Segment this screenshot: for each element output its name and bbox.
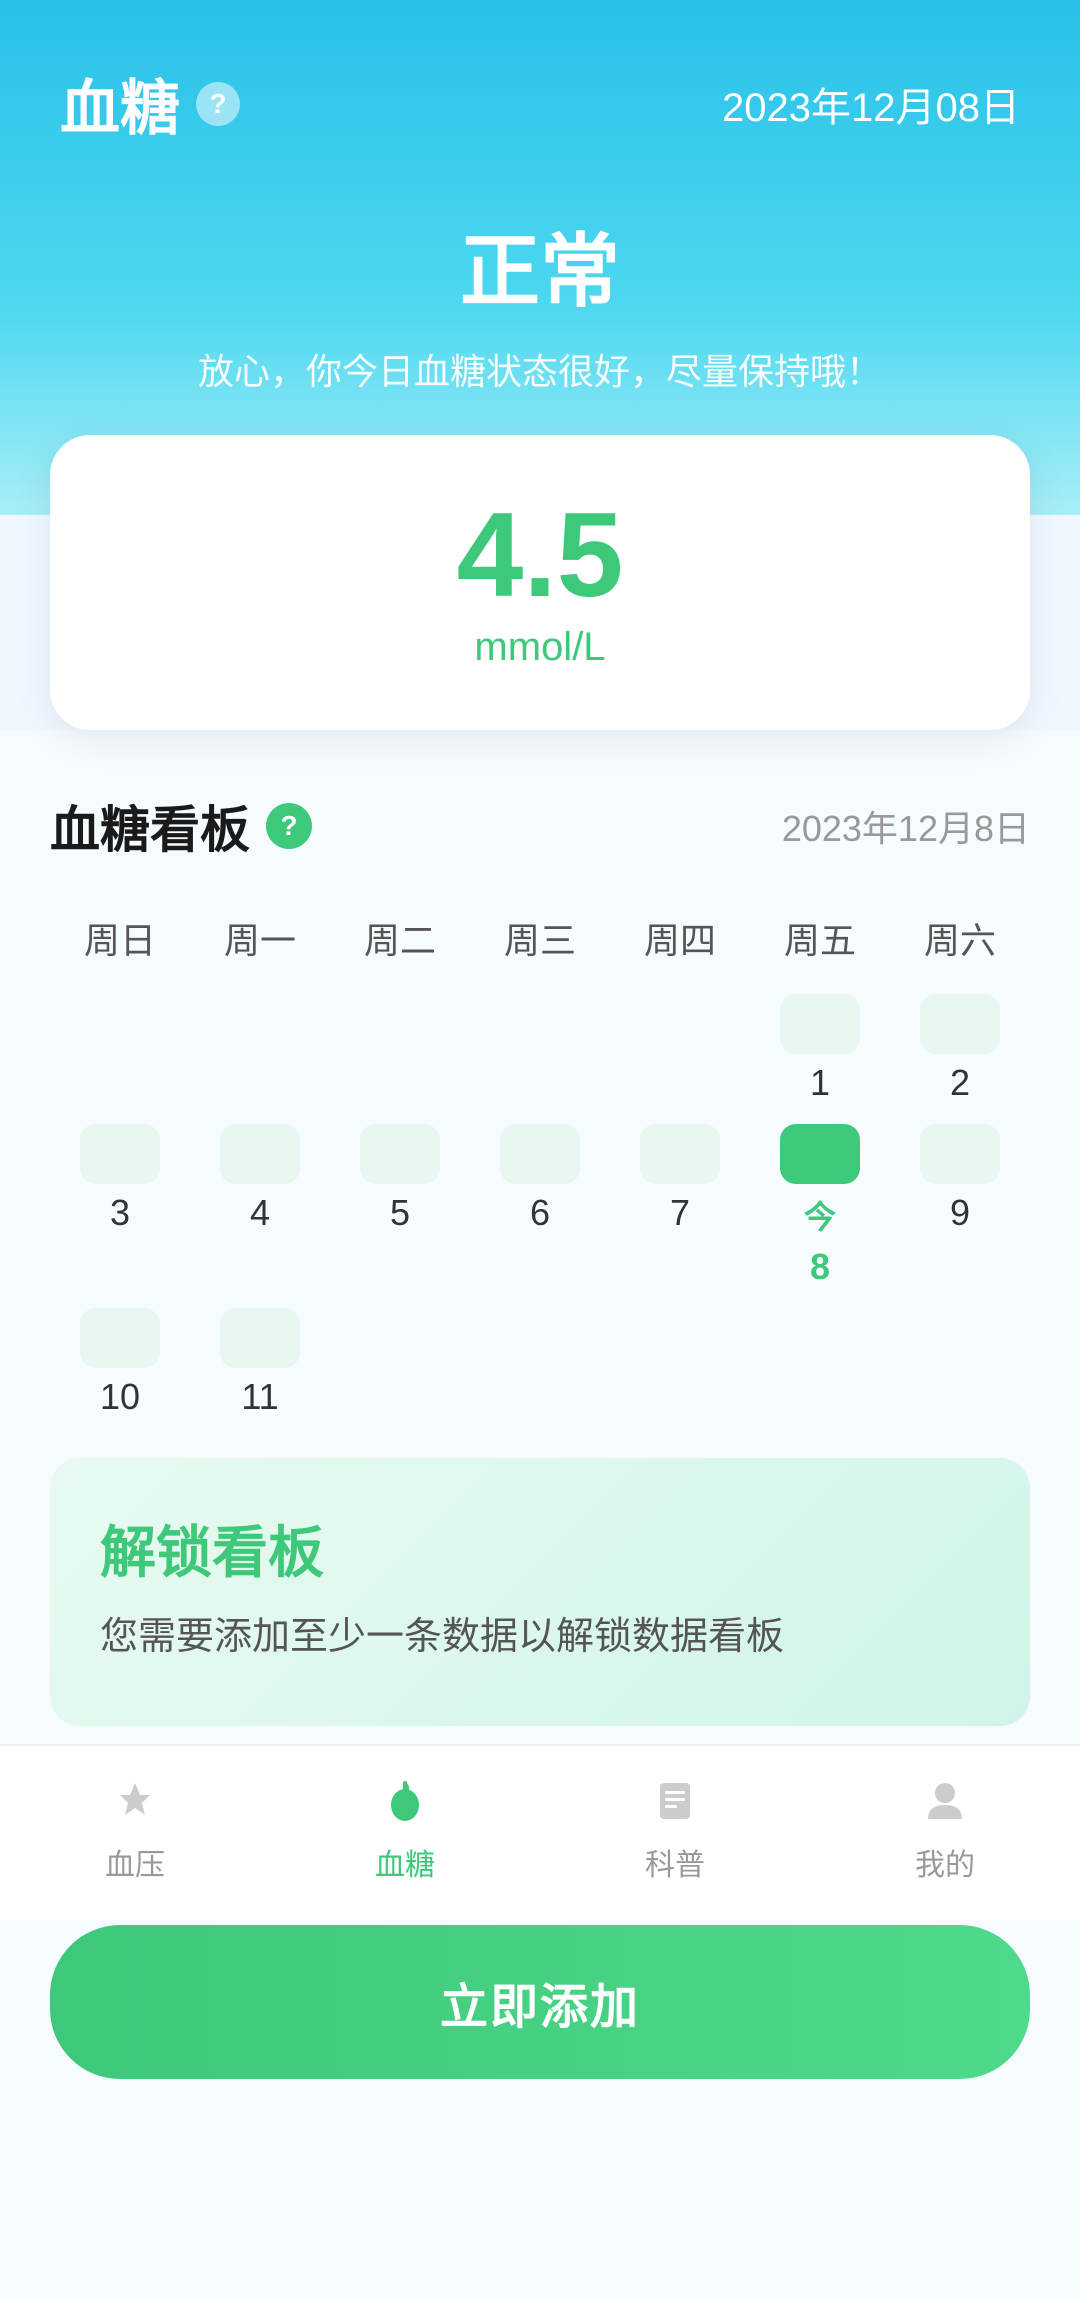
weekday-sun: 周日	[50, 902, 190, 984]
bottom-navigation: 血压 血糖 科普 我的	[0, 1744, 1080, 1920]
weekday-thu: 周四	[610, 902, 750, 984]
app-help-icon[interactable]: ?	[196, 82, 240, 126]
cal-cell-empty-6	[330, 1298, 470, 1428]
cal-cell-1[interactable]: 1	[750, 984, 890, 1114]
cal-cell-empty-10	[890, 1298, 1030, 1428]
blood-sugar-unit: mmol/L	[90, 625, 990, 670]
nav-label-blood-sugar: 血糖	[375, 1840, 435, 1884]
cal-cell-empty-8	[610, 1298, 750, 1428]
cal-cell-8-today[interactable]: 今 8	[750, 1114, 890, 1298]
kanban-section-header: 血糖看板 ? 2023年12月8日	[50, 790, 1030, 862]
blood-sugar-icon	[375, 1770, 435, 1830]
nav-label-mine: 我的	[915, 1840, 975, 1884]
nav-item-blood-pressure[interactable]: 血压	[105, 1770, 165, 1884]
status-label: 正常	[60, 207, 1020, 323]
calendar-grid: 周日 周一 周二 周三 周四 周五 周六 1 2 3	[50, 902, 1030, 1428]
cal-cell-empty-9	[750, 1298, 890, 1428]
calendar-header-row: 周日 周一 周二 周三 周四 周五 周六	[50, 902, 1030, 984]
cal-cell-empty-4	[470, 984, 610, 1114]
weekday-sat: 周六	[890, 902, 1030, 984]
add-button[interactable]: 立即添加	[50, 1925, 1030, 2079]
weekday-mon: 周一	[190, 902, 330, 984]
cal-cell-5[interactable]: 5	[330, 1114, 470, 1298]
nav-item-science[interactable]: 科普	[645, 1770, 705, 1884]
unlock-description: 您需要添加至少一条数据以解锁数据看板	[100, 1609, 980, 1666]
nav-item-mine[interactable]: 我的	[915, 1770, 975, 1884]
weekday-tue: 周二	[330, 902, 470, 984]
cal-cell-9[interactable]: 9	[890, 1114, 1030, 1298]
unlock-banner: 解锁看板 您需要添加至少一条数据以解锁数据看板	[50, 1458, 1030, 1726]
person-icon	[915, 1770, 975, 1830]
kanban-title-text: 血糖看板	[50, 790, 250, 862]
reading-card: 4.5 mmol/L	[50, 435, 1030, 730]
cal-cell-empty-7	[470, 1298, 610, 1428]
cal-cell-empty-5	[610, 984, 750, 1114]
kanban-help-icon[interactable]: ?	[266, 803, 312, 849]
cal-cell-empty-3	[330, 984, 470, 1114]
blood-pressure-icon	[105, 1770, 165, 1830]
cal-cell-7[interactable]: 7	[610, 1114, 750, 1298]
science-icon	[645, 1770, 705, 1830]
cal-cell-4[interactable]: 4	[190, 1114, 330, 1298]
status-description: 放心，你今日血糖状态很好，尽量保持哦！	[60, 343, 1020, 395]
app-title-text: 血糖	[60, 60, 180, 147]
cal-cell-3[interactable]: 3	[50, 1114, 190, 1298]
weekday-fri: 周五	[750, 902, 890, 984]
calendar-row-1: 1 2	[50, 984, 1030, 1114]
header-date: 2023年12月08日	[722, 75, 1020, 133]
main-content: 血糖看板 ? 2023年12月8日 周日 周一 周二 周三 周四 周五 周六	[0, 730, 1080, 2299]
cal-cell-empty-2	[190, 984, 330, 1114]
kanban-date: 2023年12月8日	[782, 800, 1030, 852]
hero-top-row: 血糖 ? 2023年12月08日	[60, 60, 1020, 147]
weekday-wed: 周三	[470, 902, 610, 984]
nav-label-science: 科普	[645, 1840, 705, 1884]
kanban-title-group: 血糖看板 ?	[50, 790, 312, 862]
reading-card-wrap: 4.5 mmol/L	[0, 435, 1080, 730]
cal-cell-2[interactable]: 2	[890, 984, 1030, 1114]
calendar-row-3: 10 11	[50, 1298, 1030, 1428]
blood-sugar-value: 4.5	[90, 495, 990, 615]
unlock-title: 解锁看板	[100, 1508, 980, 1589]
nav-item-blood-sugar[interactable]: 血糖	[375, 1770, 435, 1884]
cal-cell-10[interactable]: 10	[50, 1298, 190, 1428]
nav-label-blood-pressure: 血压	[105, 1840, 165, 1884]
cal-cell-6[interactable]: 6	[470, 1114, 610, 1298]
cal-cell-empty-1	[50, 984, 190, 1114]
calendar-row-2: 3 4 5 6 7 今 8 9	[50, 1114, 1030, 1298]
cal-cell-11[interactable]: 11	[190, 1298, 330, 1428]
app-title-group: 血糖 ?	[60, 60, 240, 147]
